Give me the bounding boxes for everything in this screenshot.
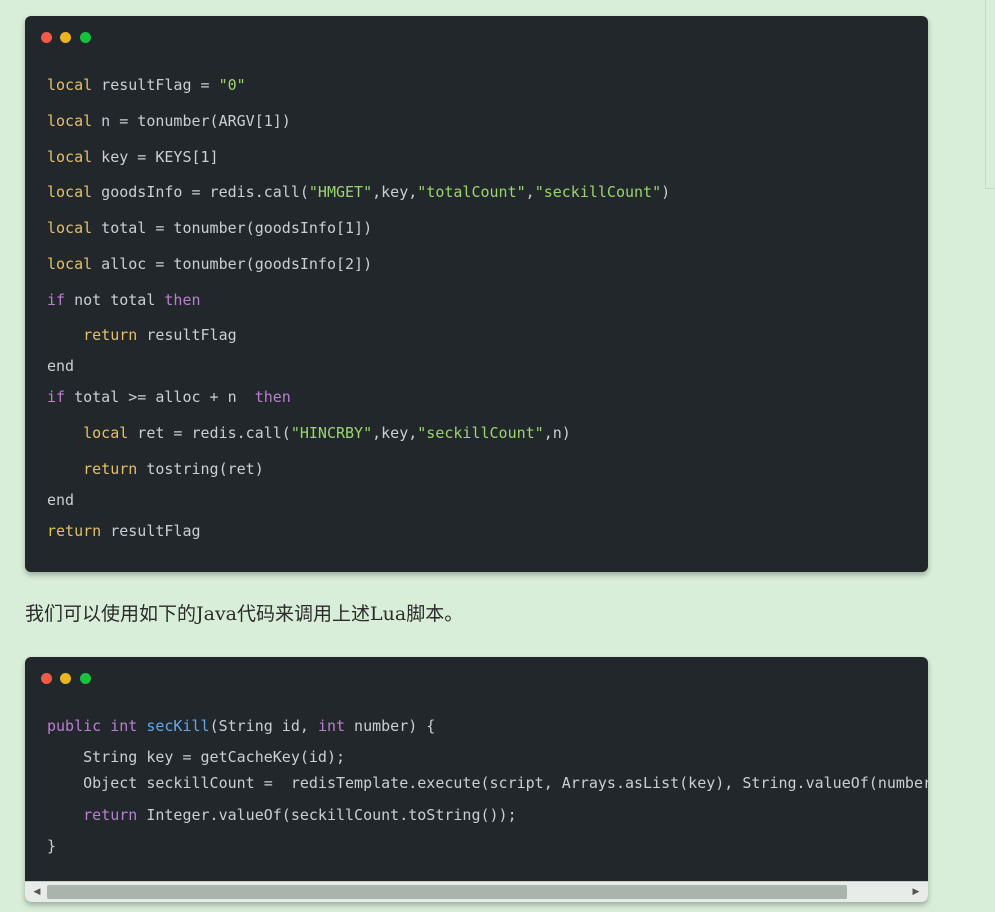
code-token: ) (661, 183, 671, 201)
code-token: local (47, 112, 93, 130)
code-token: "HINCRBY" (290, 424, 373, 442)
code-line: local total = tonumber(goodsInfo[1]) (47, 218, 372, 238)
code-token: total = tonumber(goodsInfo[1]) (92, 219, 373, 237)
code-token: then (164, 291, 201, 309)
code-token: return (47, 522, 102, 540)
code-line: return resultFlag (47, 325, 237, 345)
code-token: number) { (345, 717, 436, 735)
code-token: alloc = tonumber(goodsInfo[2]) (92, 255, 373, 273)
code-token: then (254, 388, 291, 406)
minimize-dot-icon (60, 673, 71, 684)
code-token: end (47, 491, 75, 509)
scroll-left-arrow-icon[interactable]: ◀ (29, 882, 45, 902)
code-token: Integer.valueOf(seckillCount.toString())… (137, 806, 517, 824)
code-token: local (47, 219, 93, 237)
code-token: ret = redis.call( (128, 424, 291, 442)
code-line: Object seckillCount = redisTemplate.exec… (47, 773, 928, 793)
code-token: if (47, 291, 66, 309)
close-dot-icon (41, 673, 52, 684)
code-line: end (47, 490, 74, 510)
close-dot-icon (41, 32, 52, 43)
code-token: String key = getCacheKey(id); (47, 748, 346, 766)
code-token: end (47, 357, 75, 375)
code-token: "totalCount" (417, 183, 526, 201)
code-token: int (317, 717, 346, 735)
code-token: "seckillCount" (534, 183, 662, 201)
code-token: local (83, 424, 129, 442)
code-token: local (47, 148, 93, 166)
code-token: (String id, (209, 717, 318, 735)
code-token: secKill (146, 717, 210, 735)
code-line: end (47, 356, 74, 376)
horizontal-scrollbar[interactable]: ◀ ▶ (25, 881, 928, 902)
code-token: return (83, 326, 138, 344)
code-token: n = tonumber(ARGV[1]) (92, 112, 291, 130)
code-token: key = KEYS[1] (92, 148, 219, 166)
code-line: local resultFlag = "0" (47, 75, 246, 95)
scrollbar-thumb[interactable] (47, 885, 847, 899)
code-line: if not total then (47, 290, 201, 310)
page: local resultFlag = "0" local n = tonumber… (0, 0, 995, 912)
code-line: local key = KEYS[1] (47, 147, 219, 167)
code-line: local ret = redis.call("HINCRBY",key,"se… (47, 423, 571, 443)
lua-code-block: local resultFlag = "0" local n = tonumber… (25, 16, 928, 572)
paragraph-text: 我们可以使用如下的Java代码来调用上述Lua脚本。 (25, 603, 464, 625)
code-token: int (110, 717, 138, 735)
code-token: resultFlag = (92, 76, 219, 94)
code-token: public (47, 717, 102, 735)
code-token: return (83, 806, 138, 824)
code-line: return resultFlag (47, 521, 201, 541)
code-token: , (525, 183, 535, 201)
code-token: "0" (218, 76, 246, 94)
code-token: ,key, (372, 424, 418, 442)
code-line: public int secKill(String id, int number… (47, 716, 435, 736)
code-token: not total (65, 291, 165, 309)
code-line: } (47, 836, 56, 856)
code-token: local (47, 183, 93, 201)
maximize-dot-icon (80, 673, 91, 684)
minimize-dot-icon (60, 32, 71, 43)
code-token: goodsInfo = redis.call( (92, 183, 309, 201)
code-line: local n = tonumber(ARGV[1]) (47, 111, 291, 131)
code-token: return (83, 460, 138, 478)
code-line: String key = getCacheKey(id); (47, 747, 345, 767)
code-token: tostring(ret) (137, 460, 264, 478)
code-token: ,key, (372, 183, 418, 201)
sidebar-edge-line (985, 0, 986, 188)
code-line: local goodsInfo = redis.call("HMGET",key… (47, 182, 670, 202)
code-token: local (47, 76, 93, 94)
code-token: total >= alloc + n (65, 388, 255, 406)
code-line: return Integer.valueOf(seckillCount.toSt… (47, 805, 517, 825)
java-code-block: public int secKill(String id, int number… (25, 657, 928, 902)
code-token: } (47, 837, 57, 855)
code-token: "seckillCount" (417, 424, 544, 442)
code-token: if (47, 388, 66, 406)
scroll-right-arrow-icon[interactable]: ▶ (908, 882, 924, 902)
code-token: ,n) (543, 424, 571, 442)
code-line: if total >= alloc + n then (47, 387, 291, 407)
code-line: return tostring(ret) (47, 459, 264, 479)
maximize-dot-icon (80, 32, 91, 43)
code-line: local alloc = tonumber(goodsInfo[2]) (47, 254, 372, 274)
code-token: resultFlag (101, 522, 201, 540)
sidebar-edge-line-foot (985, 188, 995, 189)
code-token: Object seckillCount = redisTemplate.exec… (47, 774, 928, 792)
code-token: local (47, 255, 93, 273)
code-token: resultFlag (137, 326, 237, 344)
code-token: "HMGET" (308, 183, 373, 201)
